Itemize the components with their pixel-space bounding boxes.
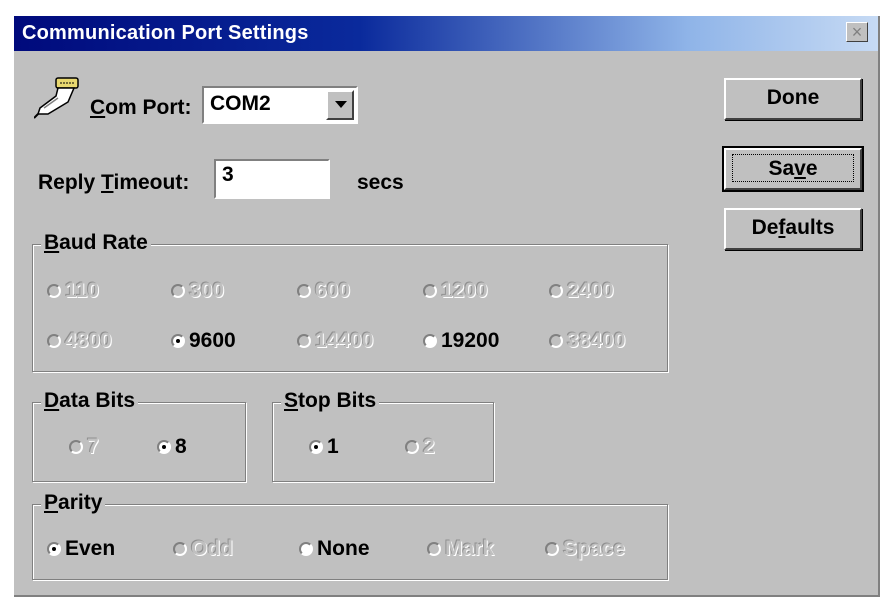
parity-group: Parity Even Odd None Mark Space xyxy=(32,491,668,580)
reply-timeout-input[interactable]: 3 xyxy=(214,159,330,199)
timeout-unit: secs xyxy=(357,171,404,194)
parity-legend: Parity xyxy=(41,491,106,515)
stop-bits-legend: Stop Bits xyxy=(281,389,380,413)
dialog-window: Communication Port Settings × Com Port: … xyxy=(14,16,880,597)
save-button[interactable]: Save xyxy=(722,146,864,192)
data-bits-group: Data Bits 7 8 xyxy=(32,389,246,482)
close-icon[interactable]: × xyxy=(846,22,868,42)
data-bits-legend: Data Bits xyxy=(41,389,139,413)
com-port-dropdown[interactable]: COM2 xyxy=(202,86,358,124)
serial-port-icon xyxy=(34,77,79,119)
title-bar[interactable]: Communication Port Settings × xyxy=(14,16,878,51)
reply-timeout-label: Reply Timeout: xyxy=(38,171,190,194)
baud-rate-group: Baud Rate 110 300 600 1200 2400 4800 960… xyxy=(32,231,668,372)
window-title: Communication Port Settings xyxy=(22,22,309,44)
com-port-label: Com Port: xyxy=(90,96,192,119)
done-button[interactable]: Done xyxy=(724,78,862,120)
timeout-value: 3 xyxy=(222,163,234,186)
com-port-value: COM2 xyxy=(210,92,271,115)
defaults-button[interactable]: Defaults xyxy=(724,208,862,250)
baud-rate-legend: Baud Rate xyxy=(41,231,151,255)
stop-bits-group: Stop Bits 1 2 xyxy=(272,389,494,482)
chevron-down-icon[interactable] xyxy=(326,90,354,120)
